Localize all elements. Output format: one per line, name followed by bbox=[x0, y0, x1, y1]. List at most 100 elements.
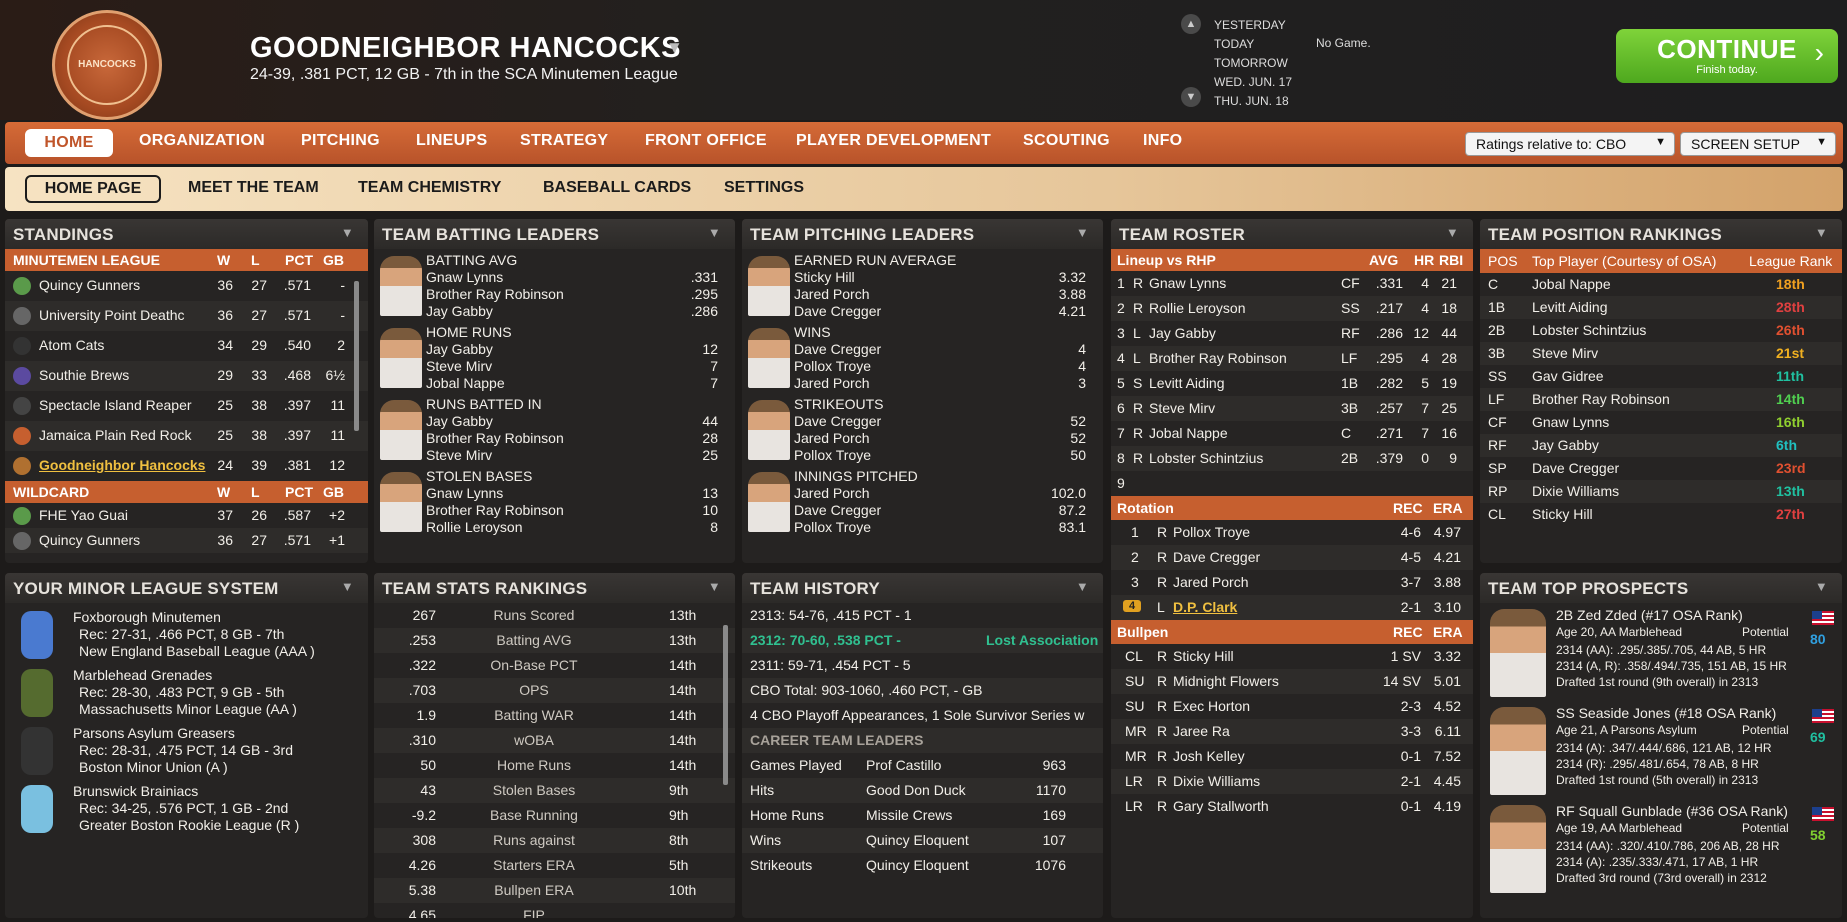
player-name[interactable]: Jobal Nappe bbox=[1532, 276, 1611, 292]
player-name[interactable]: Lobster Schintzius bbox=[1532, 322, 1646, 338]
leader-name[interactable]: Dave Cregger bbox=[794, 413, 881, 429]
day-item[interactable]: TODAY bbox=[1214, 35, 1292, 54]
player-name[interactable]: Exec Horton bbox=[1173, 698, 1363, 714]
player-name[interactable]: Dixie Williams bbox=[1173, 773, 1363, 789]
position-rank-row[interactable]: C Jobal Nappe 18th bbox=[1480, 273, 1842, 296]
minor-team[interactable]: Marblehead Grenades Rec: 28-30, .483 PCT,… bbox=[5, 665, 368, 723]
player-name[interactable]: Brother Ray Robinson bbox=[1149, 350, 1329, 366]
team-name[interactable]: Quincy Gunners bbox=[39, 532, 209, 548]
team-name[interactable]: Parsons Asylum Greasers bbox=[73, 725, 235, 741]
subnav-home-page[interactable]: HOME PAGE bbox=[25, 175, 161, 203]
prospect-photo[interactable] bbox=[1490, 707, 1546, 795]
player-photo[interactable] bbox=[748, 328, 790, 388]
player-name[interactable]: Gnaw Lynns bbox=[1149, 275, 1329, 291]
chevron-down-icon[interactable]: ▼ bbox=[1815, 579, 1828, 594]
team-name[interactable]: Brunswick Brainiacs bbox=[73, 783, 198, 799]
player-photo[interactable] bbox=[748, 400, 790, 460]
prospect-name[interactable]: SS Seaside Jones (#18 OSA Rank) bbox=[1556, 705, 1776, 721]
subnav-meet-the-team[interactable]: MEET THE TEAM bbox=[188, 179, 319, 197]
position-rank-row[interactable]: SP Dave Cregger 23rd bbox=[1480, 457, 1842, 480]
leader-name[interactable]: Pollox Troye bbox=[794, 358, 871, 374]
leader-name[interactable]: Steve Mirv bbox=[426, 447, 492, 463]
chevron-down-icon[interactable]: ▼ bbox=[708, 225, 721, 240]
leader-name[interactable]: Dave Cregger bbox=[794, 341, 881, 357]
day-item[interactable]: YESTERDAY bbox=[1214, 16, 1292, 35]
bullpen-row[interactable]: MR R Josh Kelley 0-1 7.52 bbox=[1111, 744, 1473, 769]
subnav-settings[interactable]: SETTINGS bbox=[724, 179, 804, 197]
prospect-name[interactable]: 2B Zed Zded (#17 OSA Rank) bbox=[1556, 607, 1743, 623]
nav-pitching[interactable]: PITCHING bbox=[301, 132, 380, 150]
chevron-down-icon[interactable]: ▼ bbox=[341, 225, 354, 240]
position-rank-row[interactable]: SS Gav Gidree 11th bbox=[1480, 365, 1842, 388]
rotation-row[interactable]: 4 L D.P. Clark 2-1 3.10 bbox=[1111, 595, 1473, 620]
player-name[interactable]: Jaree Ra bbox=[1173, 723, 1363, 739]
player-name[interactable]: Lobster Schintzius bbox=[1149, 450, 1329, 466]
prospect-card[interactable]: SS Seaside Jones (#18 OSA Rank) Age 21, A… bbox=[1480, 701, 1842, 799]
player-name[interactable]: Pollox Troye bbox=[1173, 524, 1363, 540]
player-name[interactable]: Jared Porch bbox=[1173, 574, 1363, 590]
career-player[interactable]: Good Don Duck bbox=[866, 782, 966, 798]
team-name[interactable]: Jamaica Plain Red Rock bbox=[39, 427, 209, 443]
team-name[interactable]: FHE Yao Guai bbox=[39, 507, 209, 523]
standings-row[interactable]: University Point Deathc 36 27 .571 - bbox=[5, 301, 368, 331]
player-name[interactable]: Levitt Aiding bbox=[1149, 375, 1329, 391]
player-photo[interactable] bbox=[748, 256, 790, 316]
team-name[interactable]: Southie Brews bbox=[39, 367, 209, 383]
chevron-down-icon[interactable]: ▼ bbox=[1076, 225, 1089, 240]
player-name[interactable]: Josh Kelley bbox=[1173, 748, 1363, 764]
leader-name[interactable]: Jared Porch bbox=[794, 375, 869, 391]
standings-scrollbar[interactable] bbox=[354, 281, 359, 431]
standings-row[interactable]: Quincy Gunners 36 27 .571 - bbox=[5, 271, 368, 301]
team-name[interactable]: Foxborough Minutemen bbox=[73, 609, 221, 625]
career-player[interactable]: Missile Crews bbox=[866, 807, 952, 823]
team-name[interactable]: Marblehead Grenades bbox=[73, 667, 212, 683]
leader-name[interactable]: Pollox Troye bbox=[794, 519, 871, 535]
standings-row[interactable]: Jamaica Plain Red Rock 25 38 .397 11 bbox=[5, 421, 368, 451]
leader-name[interactable]: Jay Gabby bbox=[426, 341, 493, 357]
lineup-row[interactable]: 1 R Gnaw Lynns CF .331 4 21 bbox=[1111, 271, 1473, 296]
nav-strategy[interactable]: STRATEGY bbox=[520, 132, 608, 150]
lineup-row[interactable]: 3 L Jay Gabby RF .286 12 44 bbox=[1111, 321, 1473, 346]
day-item[interactable]: THU. JUN. 18 bbox=[1214, 92, 1292, 111]
lineup-row[interactable]: 4 L Brother Ray Robinson LF .295 4 28 bbox=[1111, 346, 1473, 371]
nav-front-office[interactable]: FRONT OFFICE bbox=[645, 132, 767, 150]
leader-name[interactable]: Brother Ray Robinson bbox=[426, 286, 564, 302]
day-item[interactable]: TOMORROW bbox=[1214, 54, 1292, 73]
player-name[interactable]: Gnaw Lynns bbox=[1532, 414, 1609, 430]
team-name[interactable]: Goodneighbor Hancocks bbox=[39, 457, 209, 473]
stats-scrollbar[interactable] bbox=[723, 625, 728, 785]
leader-name[interactable]: Rollie Leroyson bbox=[426, 519, 523, 535]
lineup-row[interactable]: 8 R Lobster Schintzius 2B .379 0 9 bbox=[1111, 446, 1473, 471]
player-name[interactable]: Brother Ray Robinson bbox=[1532, 391, 1670, 407]
leader-name[interactable]: Sticky Hill bbox=[794, 269, 855, 285]
career-player[interactable]: Quincy Eloquent bbox=[866, 832, 969, 848]
standings-row[interactable]: Southie Brews 29 33 .468 6½ bbox=[5, 361, 368, 391]
lineup-row[interactable]: 9 bbox=[1111, 471, 1473, 496]
lineup-row[interactable]: 5 S Levitt Aiding 1B .282 5 19 bbox=[1111, 371, 1473, 396]
player-photo[interactable] bbox=[748, 472, 790, 532]
position-rank-row[interactable]: RF Jay Gabby 6th bbox=[1480, 434, 1842, 457]
day-down-icon[interactable]: ▼ bbox=[1181, 87, 1201, 107]
career-player[interactable]: Prof Castillo bbox=[866, 757, 941, 773]
position-rank-row[interactable]: CL Sticky Hill 27th bbox=[1480, 503, 1842, 526]
bullpen-row[interactable]: LR R Dixie Williams 2-1 4.45 bbox=[1111, 769, 1473, 794]
team-logo[interactable]: HANCOCKS bbox=[52, 10, 162, 120]
nav-organization[interactable]: ORGANIZATION bbox=[139, 132, 265, 150]
player-photo[interactable] bbox=[380, 256, 422, 316]
player-photo[interactable] bbox=[380, 328, 422, 388]
bullpen-row[interactable]: MR R Jaree Ra 3-3 6.11 bbox=[1111, 719, 1473, 744]
chevron-down-icon[interactable]: ▼ bbox=[1446, 225, 1459, 240]
standings-row[interactable]: FHE Yao Guai 37 26 .587 +2 bbox=[5, 503, 368, 528]
leader-name[interactable]: Gnaw Lynns bbox=[426, 485, 503, 501]
player-name[interactable]: Rollie Leroyson bbox=[1149, 300, 1329, 316]
lineup-row[interactable]: 7 R Jobal Nappe C .271 7 16 bbox=[1111, 421, 1473, 446]
subnav-baseball-cards[interactable]: BASEBALL CARDS bbox=[543, 179, 691, 197]
leader-name[interactable]: Brother Ray Robinson bbox=[426, 430, 564, 446]
subnav-team-chemistry[interactable]: TEAM CHEMISTRY bbox=[358, 179, 501, 197]
position-rank-row[interactable]: CF Gnaw Lynns 16th bbox=[1480, 411, 1842, 434]
position-rank-row[interactable]: LF Brother Ray Robinson 14th bbox=[1480, 388, 1842, 411]
minor-team[interactable]: Brunswick Brainiacs Rec: 34-25, .576 PCT,… bbox=[5, 781, 368, 839]
player-name[interactable]: D.P. Clark bbox=[1173, 599, 1363, 615]
leader-name[interactable]: Jay Gabby bbox=[426, 413, 493, 429]
player-photo[interactable] bbox=[380, 400, 422, 460]
